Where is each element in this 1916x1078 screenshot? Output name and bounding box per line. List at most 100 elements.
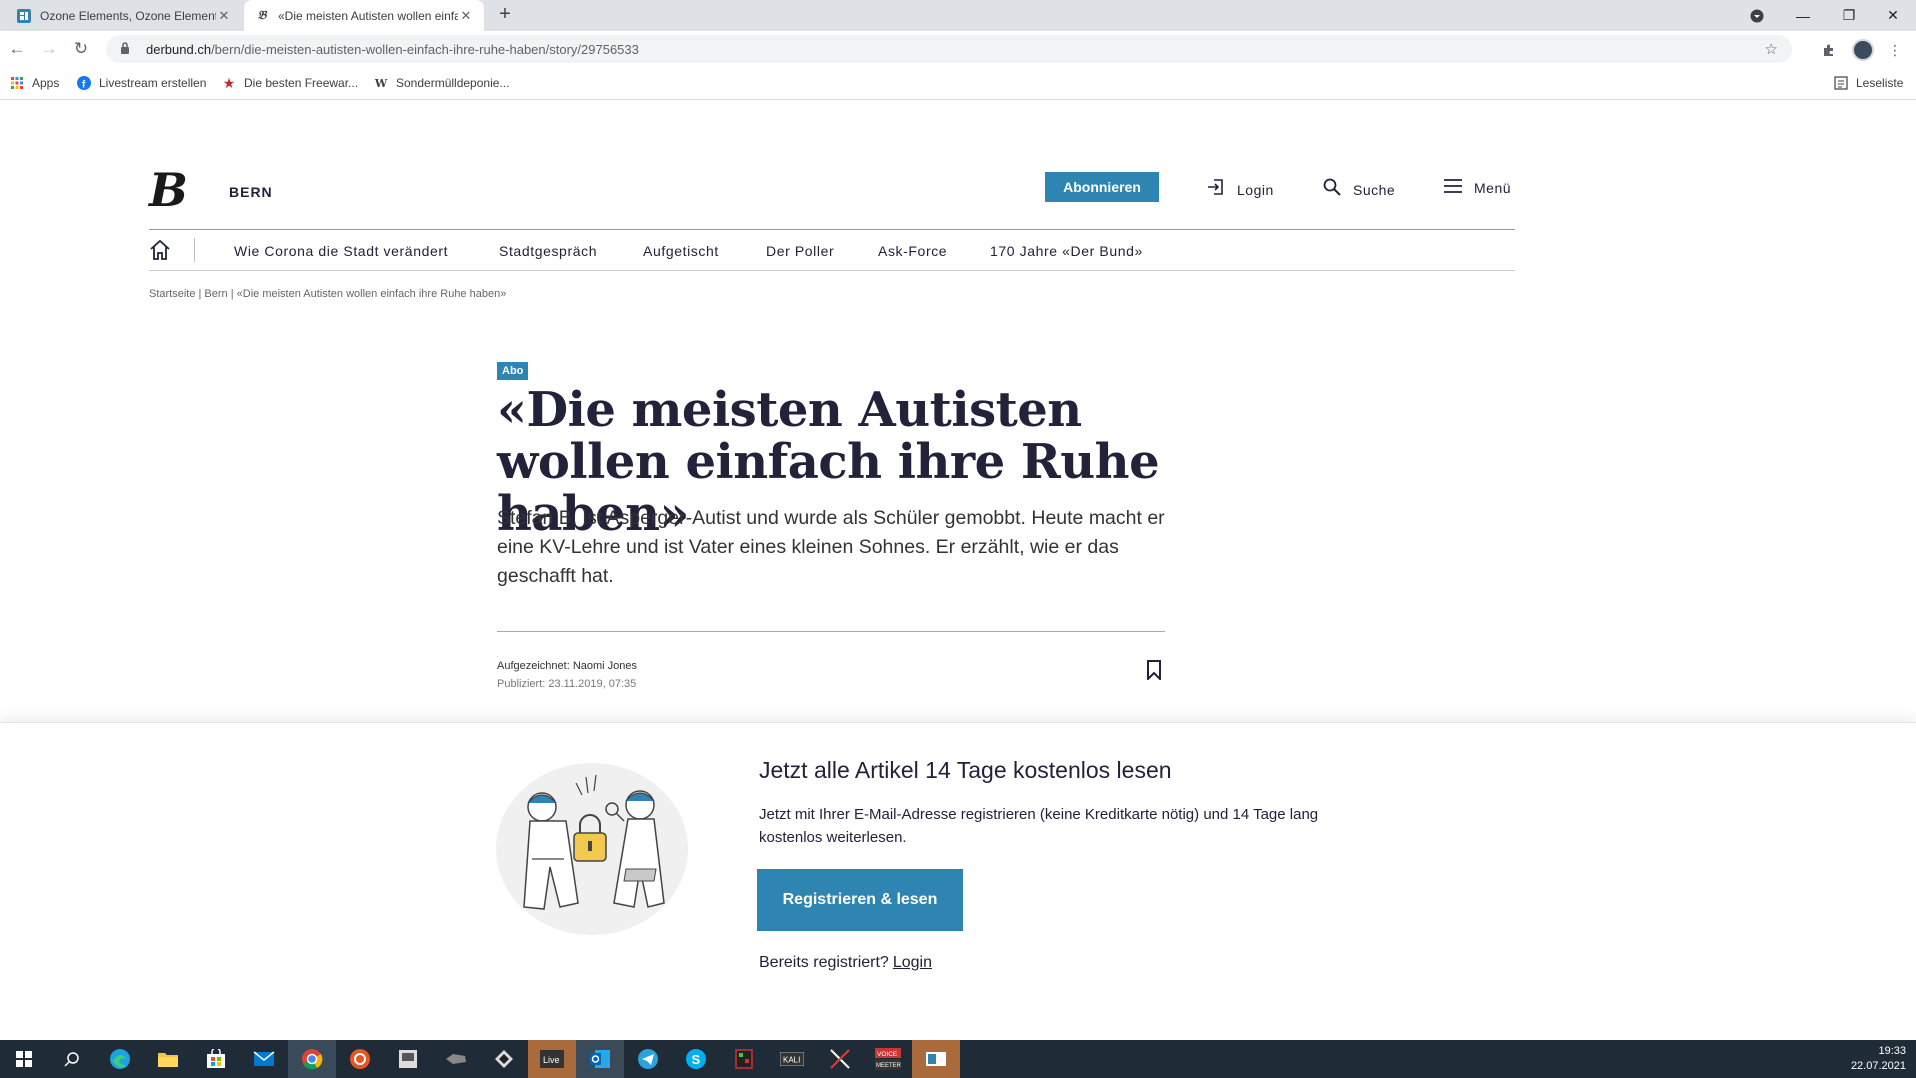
chrome-menu-icon[interactable]: ⋮ xyxy=(1884,39,1906,61)
lock-icon xyxy=(120,41,136,57)
registration-illustration xyxy=(488,757,692,937)
minimize-icon[interactable]: — xyxy=(1780,0,1826,31)
nav-item-stadtgespraech[interactable]: Stadtgespräch xyxy=(499,243,597,259)
login-icon xyxy=(1207,178,1225,201)
close-tab-icon[interactable]: ✕ xyxy=(458,8,474,24)
live-icon[interactable]: Live xyxy=(528,1040,576,1078)
windows-start-icon[interactable] xyxy=(0,1040,48,1078)
login-label: Login xyxy=(1237,181,1274,198)
nav-item-ask-force[interactable]: Ask-Force xyxy=(878,243,947,259)
extensions-icon[interactable] xyxy=(1818,39,1840,61)
system-clock[interactable]: 19:33 22.07.2021 xyxy=(1851,1044,1906,1074)
tab-title: «Die meisten Autisten wollen einfach xyxy=(278,8,458,23)
wikipedia-icon: W xyxy=(374,76,388,90)
file-explorer-icon[interactable] xyxy=(144,1040,192,1078)
svg-text:MEETER: MEETER xyxy=(876,1063,901,1069)
article-lead: Stefan B. ist Asperger-Autist und wurde … xyxy=(497,507,1165,587)
app-icon[interactable] xyxy=(432,1040,480,1078)
nav-item-der-poller[interactable]: Der Poller xyxy=(766,243,834,259)
nav-item-170-jahre[interactable]: 170 Jahre «Der Bund» xyxy=(990,243,1143,259)
close-window-icon[interactable]: ✕ xyxy=(1870,0,1916,31)
menu-link[interactable]: Menü xyxy=(1444,178,1511,198)
search-link[interactable]: Suche xyxy=(1323,178,1395,201)
close-tab-icon[interactable]: ✕ xyxy=(216,8,232,24)
article-byline: Aufgezeichnet: Naomi Jones xyxy=(497,660,638,672)
clock-date: 22.07.2021 xyxy=(1850,1060,1906,1072)
profile-dropdown-icon[interactable] xyxy=(1734,0,1780,31)
edge-icon[interactable] xyxy=(96,1040,144,1078)
facebook-icon: f xyxy=(77,76,91,90)
abo-badge: Abo xyxy=(497,362,529,380)
bookmark-livestream[interactable]: f Livestream erstellen xyxy=(77,76,206,90)
forward-icon[interactable]: → xyxy=(38,38,60,60)
search-label: Suche xyxy=(1353,181,1396,198)
register-and-read-button[interactable]: Registrieren & lesen xyxy=(757,869,963,931)
region-label[interactable]: BERN xyxy=(229,184,273,200)
app-icon[interactable] xyxy=(912,1040,960,1078)
bookmark-label: Apps xyxy=(32,76,60,90)
paywall-text: Jetzt mit Ihrer E-Mail-Adresse registrie… xyxy=(759,806,1319,846)
bookmark-star-icon[interactable]: ☆ xyxy=(1765,40,1778,58)
already-registered-label: Bereits registriert? xyxy=(759,954,889,971)
back-icon[interactable]: ← xyxy=(6,38,28,60)
ozone-icon xyxy=(16,8,32,24)
reading-list-icon xyxy=(1834,76,1848,90)
nav-divider xyxy=(149,270,1515,271)
bookmark-label: Die besten Freewar... xyxy=(244,76,359,90)
mail-icon[interactable] xyxy=(240,1040,288,1078)
hamburger-menu-icon xyxy=(1444,178,1462,198)
login-link[interactable]: Login xyxy=(1207,178,1274,201)
bookmark-sondermull[interactable]: W Sondermülldeponie... xyxy=(374,76,510,90)
kali-icon[interactable]: KALI xyxy=(768,1040,816,1078)
star-icon: ★ xyxy=(222,74,236,91)
url-host: derbund.ch xyxy=(146,41,212,57)
app-icon[interactable] xyxy=(720,1040,768,1078)
skype-icon[interactable]: S xyxy=(672,1040,720,1078)
reading-list-label: Leseliste xyxy=(1856,76,1904,90)
app-icon[interactable] xyxy=(816,1040,864,1078)
tab-title: Ozone Elements, Ozone Elements xyxy=(40,8,216,23)
nav-item-corona[interactable]: Wie Corona die Stadt verändert xyxy=(234,243,448,259)
ubuntu-icon[interactable] xyxy=(336,1040,384,1078)
restore-icon[interactable]: ❐ xyxy=(1826,0,1872,31)
svg-text:KALI: KALI xyxy=(783,1056,800,1065)
svg-text:VOICE: VOICE xyxy=(877,1051,898,1058)
new-tab-button[interactable]: + xyxy=(494,4,516,26)
bookmark-apps[interactable]: Apps xyxy=(10,76,59,90)
subscribe-button[interactable]: Abonnieren xyxy=(1045,172,1159,202)
app-icon[interactable] xyxy=(384,1040,432,1078)
telegram-icon[interactable] xyxy=(624,1040,672,1078)
search-icon[interactable] xyxy=(48,1040,96,1078)
reading-list[interactable]: Leseliste xyxy=(1834,76,1903,90)
browser-toolbar: ← → ↻ derbund.ch/bern/die-meisten-autist… xyxy=(0,31,1916,68)
reload-icon[interactable]: ↻ xyxy=(70,38,92,60)
search-icon xyxy=(1323,178,1341,201)
article-divider xyxy=(497,631,1165,632)
menu-label: Menü xyxy=(1474,180,1512,196)
app-icon[interactable] xyxy=(480,1040,528,1078)
svg-text:Live: Live xyxy=(543,1055,560,1065)
windows-taskbar: Live S KALI VOICE MEETER 19:33 22.07.2021 xyxy=(0,1040,1916,1078)
bookmark-icon[interactable] xyxy=(1146,660,1162,682)
bookmark-label: Sondermülldeponie... xyxy=(396,76,510,90)
paywall-title: Jetzt alle Artikel 14 Tage kostenlos les… xyxy=(759,757,1172,783)
profile-avatar[interactable] xyxy=(1852,39,1874,61)
voicemeeter-icon[interactable]: VOICE MEETER xyxy=(864,1040,912,1078)
address-bar[interactable]: derbund.ch/bern/die-meisten-autisten-wol… xyxy=(106,35,1792,63)
breadcrumb[interactable]: Startseite | Bern | «Die meisten Autiste… xyxy=(149,288,506,300)
paywall-login-link[interactable]: Login xyxy=(893,954,932,971)
outlook-icon[interactable] xyxy=(576,1040,624,1078)
clock-time: 19:33 xyxy=(1878,1045,1906,1057)
nav-item-aufgetischt[interactable]: Aufgetischt xyxy=(643,243,719,259)
browser-tab[interactable]: Ozone Elements, Ozone Elements ✕ xyxy=(6,0,242,31)
chrome-icon[interactable] xyxy=(288,1040,336,1078)
bookmark-label: Livestream erstellen xyxy=(99,76,207,90)
bookmark-freeware[interactable]: ★ Die besten Freewar... xyxy=(222,74,359,91)
browser-tab-active[interactable]: 𝔅 «Die meisten Autisten wollen einfach ✕ xyxy=(244,0,484,31)
home-icon[interactable] xyxy=(149,239,171,261)
browser-tabstrip: Ozone Elements, Ozone Elements ✕ 𝔅 «Die … xyxy=(0,0,1916,31)
apps-grid-icon xyxy=(10,76,24,90)
already-registered: Bereits registriert? Login xyxy=(759,954,932,972)
derbund-logo[interactable]: B xyxy=(149,166,195,214)
store-icon[interactable] xyxy=(192,1040,240,1078)
